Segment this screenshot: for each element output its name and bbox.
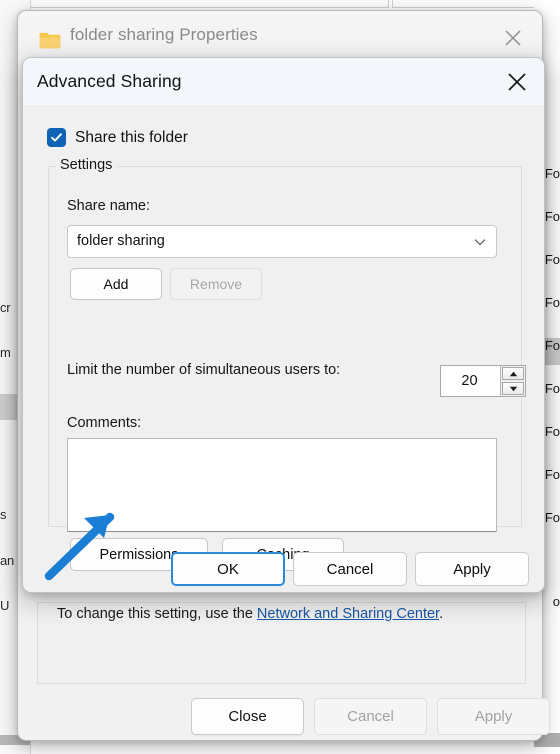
chevron-down-icon — [474, 239, 486, 246]
stepper-decrement-button[interactable] — [502, 382, 524, 395]
info-text-prefix: To change this setting, use the — [57, 606, 257, 622]
share-name-combobox[interactable]: folder sharing — [67, 225, 497, 258]
share-name-value: folder sharing — [77, 233, 165, 249]
explorer-right-fragment: Fo — [544, 381, 560, 396]
properties-cancel-button: Cancel — [314, 698, 427, 735]
explorer-right-fragment: Fo — [544, 252, 560, 267]
explorer-left-fragment: cr — [0, 300, 11, 315]
add-button[interactable]: Add — [70, 268, 162, 300]
share-name-label: Share name: — [67, 198, 151, 214]
properties-close-button[interactable] — [494, 23, 532, 53]
explorer-topbar-left — [0, 0, 389, 8]
explorer-right-fragment: Fo — [544, 467, 560, 482]
close-button[interactable]: Close — [191, 698, 304, 735]
share-this-folder-checkbox[interactable] — [47, 128, 66, 147]
network-and-sharing-center-link[interactable]: Network and Sharing Center — [257, 606, 439, 622]
advanced-sharing-close-button[interactable] — [497, 66, 537, 98]
explorer-right-fragment: Fo — [544, 338, 560, 353]
simultaneous-users-value[interactable]: 20 — [441, 366, 500, 396]
stepper-arrows — [500, 366, 525, 396]
comments-label: Comments: — [67, 415, 142, 431]
properties-info-text: To change this setting, use the Network … — [57, 606, 443, 622]
advanced-sharing-titlebar: Advanced Sharing — [23, 58, 544, 107]
share-this-folder-row[interactable]: Share this folder — [47, 128, 188, 147]
ok-button[interactable]: OK — [171, 552, 285, 586]
explorer-right-fragment: Fo — [544, 209, 560, 224]
folder-icon — [39, 32, 61, 49]
explorer-right-fragment: Fo — [544, 295, 560, 310]
cancel-button[interactable]: Cancel — [293, 552, 407, 586]
stepper-increment-button[interactable] — [502, 367, 524, 380]
properties-titlebar: folder sharing Properties — [18, 11, 542, 63]
explorer-right-fragment: Fo — [544, 510, 560, 525]
explorer-left-fragment: m — [0, 345, 11, 360]
simultaneous-users-limit-label: Limit the number of simultaneous users t… — [67, 362, 341, 378]
share-this-folder-label: Share this folder — [75, 128, 188, 146]
check-icon — [51, 133, 62, 142]
explorer-left-fragment: s — [0, 507, 7, 522]
comments-input[interactable] — [67, 438, 497, 532]
explorer-right-fragment: Fo — [544, 166, 560, 181]
close-icon — [508, 73, 526, 91]
caret-up-icon — [509, 371, 517, 376]
advanced-sharing-dialog: Advanced Sharing Share this folder Setti… — [22, 57, 545, 593]
remove-button: Remove — [170, 268, 262, 300]
explorer-right-fragment: o — [552, 594, 560, 609]
caret-down-icon — [509, 386, 517, 391]
screen: cr m s an U Fo Fo Fo Fo Fo Fo Fo Fo Fo o… — [0, 0, 560, 754]
properties-title: folder sharing Properties — [70, 25, 258, 44]
properties-apply-button: Apply — [437, 698, 550, 735]
simultaneous-users-stepper[interactable]: 20 — [440, 365, 526, 397]
info-text-suffix: . — [439, 606, 444, 622]
apply-button[interactable]: Apply — [415, 552, 529, 586]
advanced-sharing-title: Advanced Sharing — [37, 71, 182, 91]
explorer-left-fragment: an — [0, 553, 15, 568]
explorer-right-fragment: Fo — [544, 424, 560, 439]
properties-button-row: Close Cancel Apply — [18, 698, 550, 748]
close-icon — [505, 30, 521, 46]
settings-group-legend: Settings — [56, 157, 118, 173]
explorer-left-fragment: U — [0, 598, 10, 613]
